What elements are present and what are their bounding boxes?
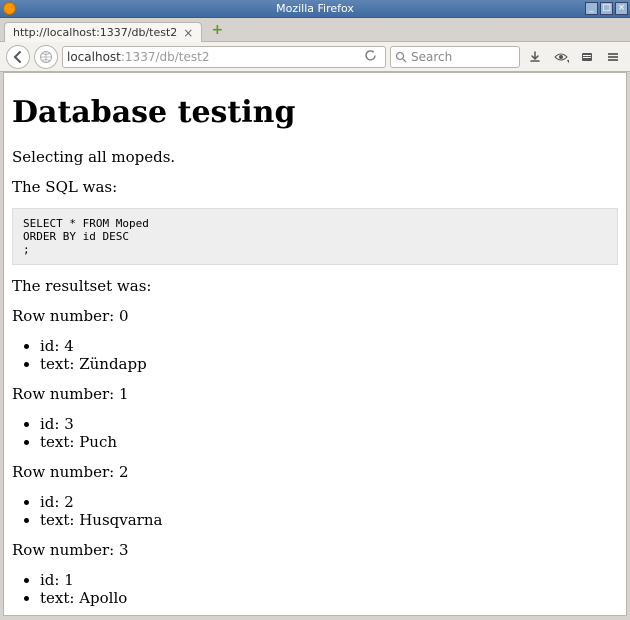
globe-icon	[39, 50, 53, 64]
intro-text: Selecting all mopeds.	[12, 148, 618, 166]
back-arrow-icon	[11, 50, 25, 64]
window-controls: _ □ ×	[585, 2, 628, 15]
svg-text:▾: ▾	[567, 58, 569, 64]
tab-strip: http://localhost:1337/db/test2 × +	[0, 18, 630, 42]
hamburger-icon	[606, 50, 620, 64]
field-item: id: 3	[40, 415, 618, 433]
search-icon	[395, 51, 407, 63]
menu-button[interactable]	[602, 46, 624, 68]
row-label: Row number: 1	[12, 385, 618, 403]
panel-button[interactable]	[576, 46, 598, 68]
browser-tab[interactable]: http://localhost:1337/db/test2 ×	[4, 22, 202, 42]
downloads-button[interactable]	[524, 46, 546, 68]
page-viewport[interactable]: Database testing Selecting all mopeds. T…	[3, 72, 627, 616]
tab-title: http://localhost:1337/db/test2	[13, 26, 177, 39]
firefox-icon	[3, 2, 16, 15]
close-button[interactable]: ×	[615, 2, 628, 15]
new-tab-button[interactable]: +	[206, 21, 228, 39]
window-title: Mozilla Firefox	[276, 2, 354, 15]
url-host: localhost	[67, 50, 121, 64]
bookmarks-button[interactable]: ▾	[550, 46, 572, 68]
url-bar[interactable]: localhost:1337/db/test2	[62, 46, 386, 68]
row-label: Row number: 2	[12, 463, 618, 481]
search-placeholder: Search	[411, 50, 452, 64]
maximize-button[interactable]: □	[600, 2, 613, 15]
bookmark-eye-icon: ▾	[553, 50, 569, 64]
row-fields: id: 4text: Zündapp	[12, 337, 618, 373]
download-icon	[528, 50, 542, 64]
row-fields: id: 2text: Husqvarna	[12, 493, 618, 529]
field-item: text: Apollo	[40, 589, 618, 607]
page-content: Database testing Selecting all mopeds. T…	[4, 73, 626, 616]
row-label: Row number: 0	[12, 307, 618, 325]
row-fields: id: 1text: Apollo	[12, 571, 618, 607]
page-title: Database testing	[12, 95, 618, 130]
minimize-button[interactable]: _	[585, 2, 598, 15]
field-item: text: Zündapp	[40, 355, 618, 373]
sql-label: The SQL was:	[12, 178, 618, 196]
reload-icon	[364, 49, 377, 62]
row-label: Row number: 3	[12, 541, 618, 559]
url-path: :1337/db/test2	[121, 50, 210, 64]
window-titlebar: Mozilla Firefox _ □ ×	[0, 0, 630, 18]
field-item: text: Puch	[40, 433, 618, 451]
toolbar: localhost:1337/db/test2 Search ▾	[0, 42, 630, 72]
back-button[interactable]	[6, 45, 30, 69]
field-item: id: 2	[40, 493, 618, 511]
close-icon[interactable]: ×	[183, 27, 193, 39]
result-rows: Row number: 0 id: 4text: Zündapp Row numbe…	[12, 307, 618, 607]
globe-button[interactable]	[34, 45, 58, 69]
result-label: The resultset was:	[12, 277, 618, 295]
search-box[interactable]: Search	[390, 46, 520, 68]
sql-block: SELECT * FROM Moped ORDER BY id DESC ;	[12, 208, 618, 265]
field-item: text: Husqvarna	[40, 511, 618, 529]
reload-button[interactable]	[360, 49, 381, 65]
field-item: id: 1	[40, 571, 618, 589]
row-fields: id: 3text: Puch	[12, 415, 618, 451]
field-item: id: 4	[40, 337, 618, 355]
panel-icon	[580, 50, 594, 64]
